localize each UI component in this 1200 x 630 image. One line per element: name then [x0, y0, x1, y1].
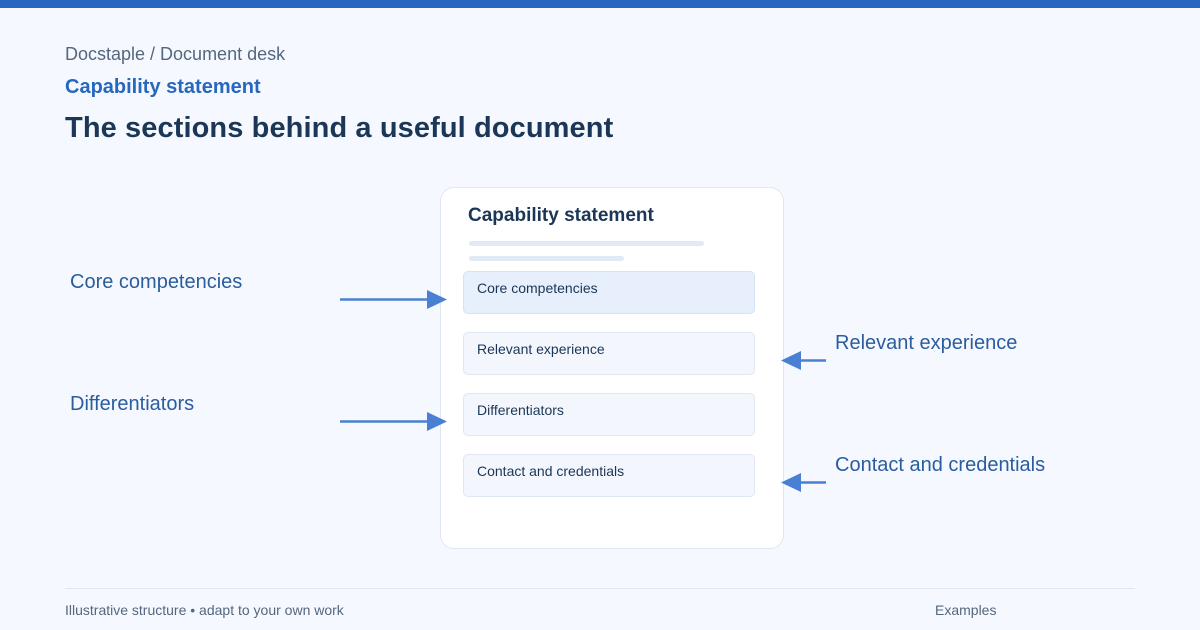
footer-examples-link[interactable]: Examples [935, 602, 996, 618]
footer-divider [65, 588, 1135, 589]
arrow-right-icon [340, 412, 447, 431]
footer-note: Illustrative structure • adapt to your o… [65, 602, 344, 618]
arrow-right-icon [340, 290, 447, 309]
connector-arrows [340, 290, 826, 492]
arrow-left-icon [781, 351, 826, 370]
arrow-left-icon [781, 473, 826, 492]
